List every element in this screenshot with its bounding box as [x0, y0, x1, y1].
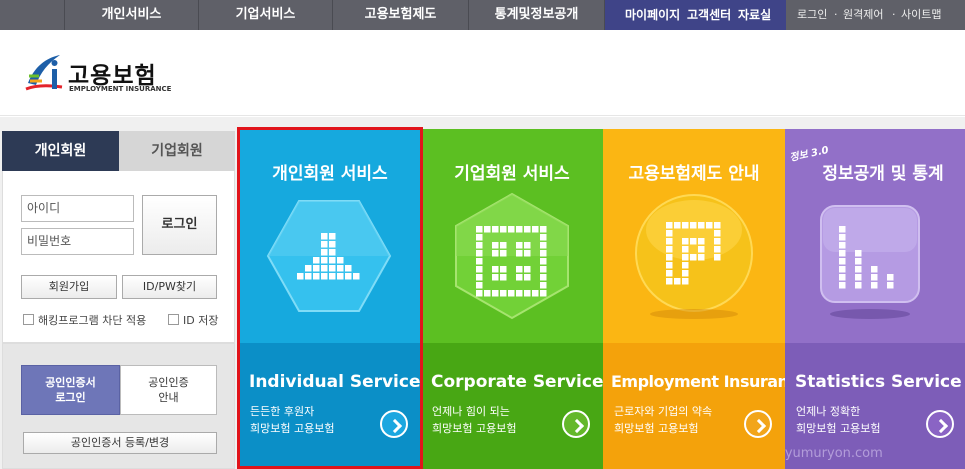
- go-arrow-icon[interactable]: [744, 410, 772, 438]
- card-title: 고용보험제도 안내: [628, 164, 760, 184]
- card-desc-line1: 언제나 정확한: [796, 405, 861, 418]
- login-panel: 아이디 비밀번호 로그인 회원가입 ID/PW찾기 해킹프로그램 차단 적용 I…: [2, 171, 235, 343]
- cert-guide-line1: 공인인증: [148, 376, 189, 389]
- cert-login-line1: 공인인증서: [45, 376, 96, 389]
- go-arrow-icon[interactable]: [926, 410, 954, 438]
- cert-guide-button[interactable]: 공인인증 안내: [120, 365, 217, 415]
- document-icon: [635, 194, 753, 319]
- save-id-checkbox[interactable]: [168, 314, 179, 325]
- logo-icon[interactable]: [22, 51, 66, 95]
- login-button[interactable]: 로그인: [142, 195, 217, 255]
- statistics-service-card[interactable]: 정보공개 및 통계 정보 3.0 Statistics Service 언제나 …: [785, 129, 965, 469]
- logo-subtext: EMPLOYMENT INSURANCE: [69, 85, 172, 93]
- card-english-title: Statistics Service: [795, 372, 962, 392]
- utility-menu: 마이페이지 고객센터 자료실: [605, 0, 786, 30]
- card-desc-line2: 희망보험 고용보험: [796, 422, 881, 435]
- password-input[interactable]: 비밀번호: [21, 228, 134, 255]
- join-button[interactable]: 회원가입: [21, 275, 117, 299]
- card-desc-line2: 희망보험 고용보험: [614, 422, 699, 435]
- card-title: 기업회원 서비스: [454, 164, 570, 184]
- bar-chart-icon: [820, 205, 920, 319]
- util-customer-center-link[interactable]: 고객센터: [687, 0, 731, 30]
- cert-guide-line2: 안내: [158, 391, 179, 404]
- site-header: 고용보험 EMPLOYMENT INSURANCE: [0, 30, 965, 116]
- hack-block-label: 해킹프로그램 차단 적용: [38, 314, 147, 327]
- card-desc-line2: 희망보험 고용보험: [432, 422, 517, 435]
- top-navigation-bar: 개인서비스 기업서비스 고용보험제도 통계및정보공개 마이페이지 고객센터 자료…: [0, 0, 965, 30]
- nav-personal-service[interactable]: 개인서비스: [64, 0, 199, 30]
- cert-login-button[interactable]: 공인인증서 로그인: [21, 365, 120, 415]
- card-english-title: Employment Insurance: [611, 372, 785, 391]
- login-link[interactable]: 로그인: [797, 0, 827, 30]
- cert-register-button[interactable]: 공인인증서 등록/변경: [23, 432, 217, 454]
- tab-personal-member[interactable]: 개인회원: [2, 131, 119, 171]
- separator-dot: ·: [892, 8, 896, 21]
- building-icon: [455, 192, 569, 320]
- find-id-pw-button[interactable]: ID/PW찾기: [122, 275, 217, 299]
- util-archive-link[interactable]: 자료실: [738, 0, 771, 30]
- nav-insurance-system[interactable]: 고용보험제도: [333, 0, 469, 30]
- card-title: 정보공개 및 통계: [822, 164, 944, 184]
- card-english-title: Corporate Service: [431, 372, 603, 392]
- tab-corporate-member[interactable]: 기업회원: [119, 131, 235, 171]
- corporate-service-card[interactable]: 기업회원 서비스 Corporate Service 언제나 힘이 되는 희망보…: [421, 129, 603, 469]
- hack-block-checkbox[interactable]: [23, 314, 34, 325]
- sitemap-link[interactable]: 사이트맵: [901, 0, 941, 30]
- selection-highlight: [237, 127, 423, 469]
- separator-dot: ·: [834, 8, 838, 21]
- go-arrow-icon[interactable]: [562, 410, 590, 438]
- card-desc-line1: 근로자와 기업의 약속: [614, 405, 713, 418]
- watermark-text: http://yumuryon.com: [785, 446, 883, 461]
- employment-insurance-card[interactable]: 고용보험제도 안내 Employment Insurance 근로자와 기업의 …: [603, 129, 785, 469]
- remote-control-link[interactable]: 원격제어: [843, 0, 883, 30]
- certificate-panel: 공인인증서 로그인 공인인증 안내 공인인증서 등록/변경: [2, 343, 235, 469]
- nav-statistics-info[interactable]: 통계및정보공개: [469, 0, 605, 30]
- id-input[interactable]: 아이디: [21, 195, 134, 222]
- cert-login-line2: 로그인: [55, 391, 86, 404]
- util-mypage-link[interactable]: 마이페이지: [625, 0, 680, 30]
- nav-corporate-service[interactable]: 기업서비스: [199, 0, 333, 30]
- card-desc-line1: 언제나 힘이 되는: [432, 405, 510, 418]
- save-id-label: ID 저장: [183, 314, 219, 327]
